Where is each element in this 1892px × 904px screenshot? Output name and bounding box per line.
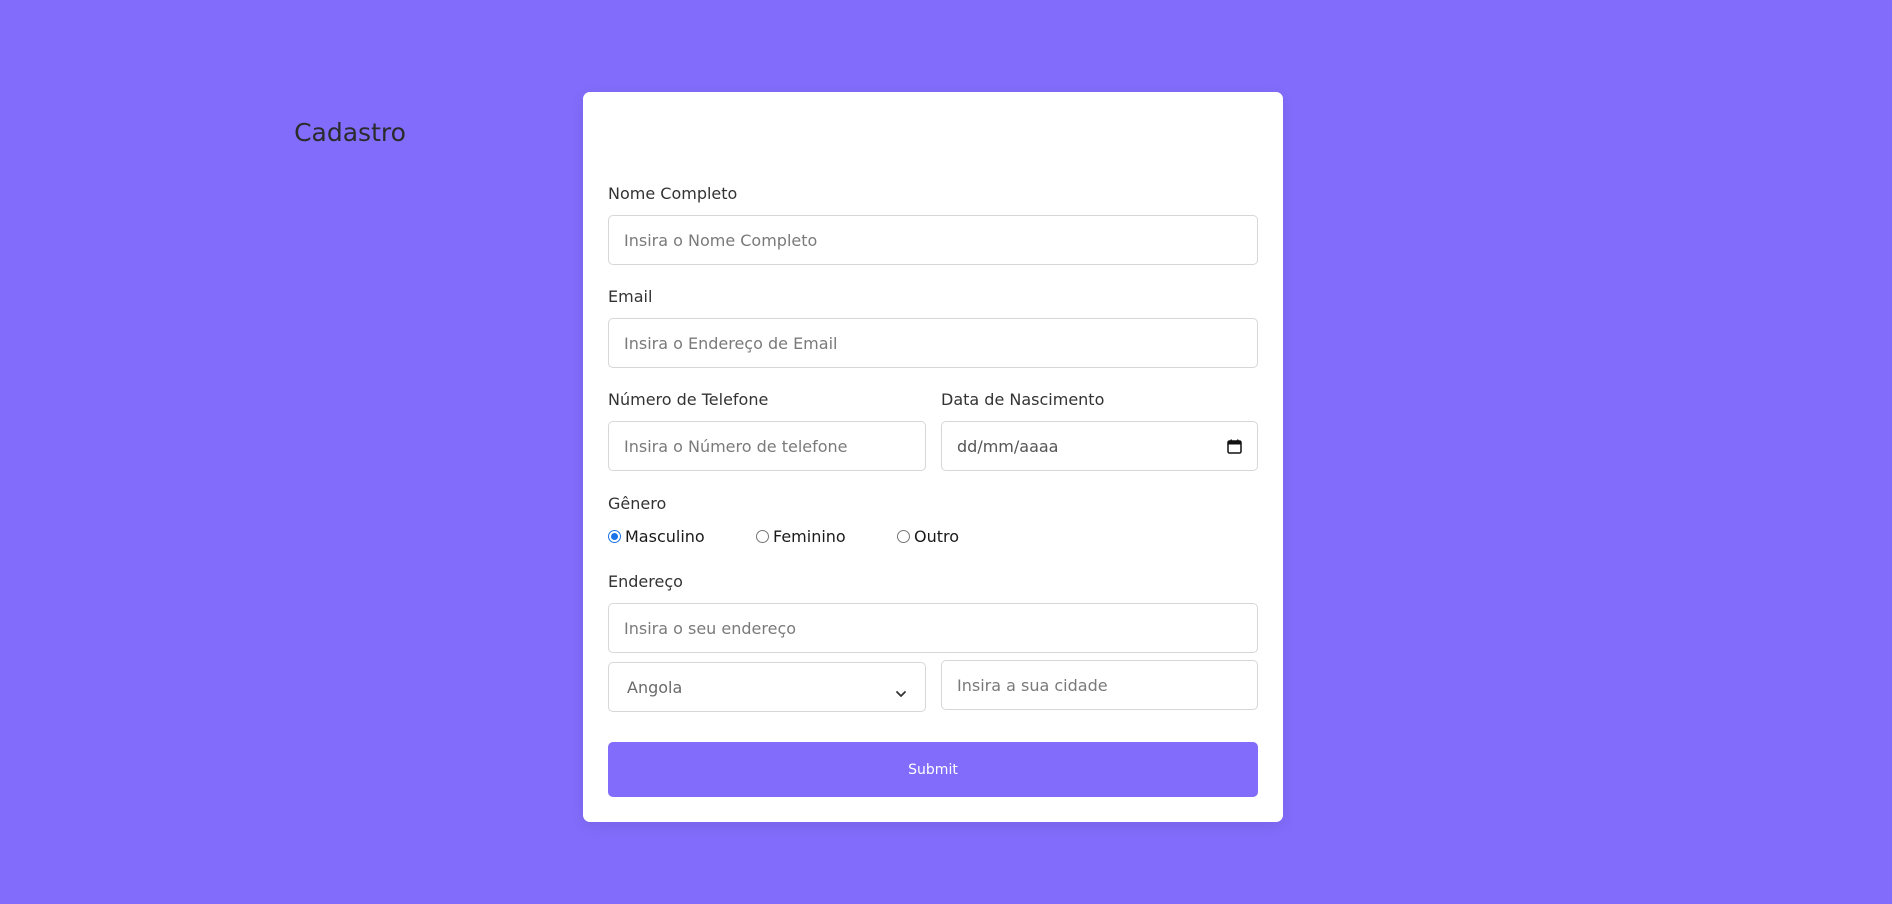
country-select[interactable]: Angola — [608, 662, 926, 712]
address-input[interactable] — [608, 603, 1258, 653]
birth-date-input[interactable]: dd/mm/aaaa — [941, 421, 1258, 471]
radio-feminino[interactable] — [756, 530, 769, 543]
full-name-label: Nome Completo — [608, 184, 738, 203]
gender-option-label: Outro — [914, 527, 960, 546]
city-input[interactable] — [941, 660, 1258, 710]
country-selected-value: Angola — [627, 677, 683, 697]
birth-date-label: Data de Nascimento — [941, 390, 1105, 409]
radio-outro[interactable] — [897, 530, 910, 543]
email-input[interactable] — [608, 318, 1258, 368]
gender-option-label: Masculino — [625, 527, 705, 546]
birth-date-placeholder: dd/mm/aaaa — [957, 436, 1059, 456]
email-label: Email — [608, 287, 653, 306]
form-title: Cadastro — [294, 118, 406, 147]
gender-option-label: Feminino — [773, 527, 846, 546]
gender-option-masculino[interactable]: Masculino — [608, 527, 705, 546]
gender-label: Gênero — [608, 494, 667, 513]
radio-masculino[interactable] — [608, 530, 621, 543]
calendar-icon[interactable] — [1227, 439, 1242, 454]
address-label: Endereço — [608, 572, 683, 591]
full-name-input[interactable] — [608, 215, 1258, 265]
gender-option-outro[interactable]: Outro — [897, 527, 959, 546]
phone-label: Número de Telefone — [608, 390, 769, 409]
gender-option-feminino[interactable]: Feminino — [756, 527, 846, 546]
phone-input[interactable] — [608, 421, 926, 471]
submit-button[interactable]: Submit — [608, 742, 1258, 797]
chevron-down-icon — [895, 683, 907, 697]
